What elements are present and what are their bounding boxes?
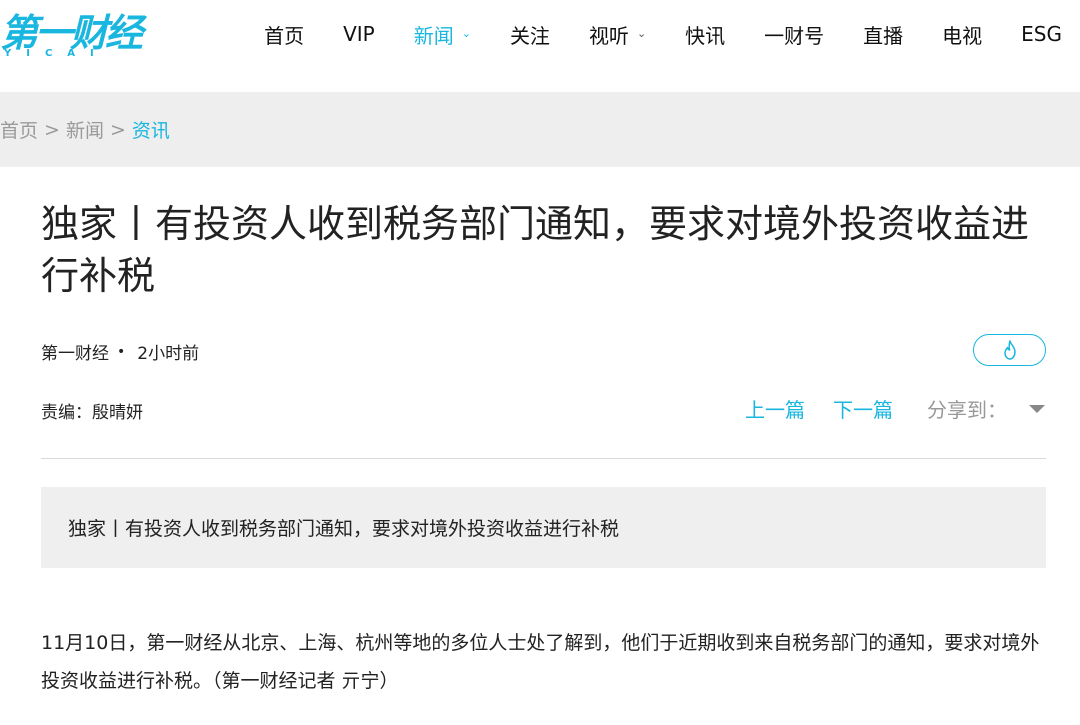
nav-item-label: 快讯: [685, 23, 726, 48]
nav-item[interactable]: 电视: [942, 20, 982, 49]
nav-item[interactable]: 新闻 ⌄: [414, 20, 471, 49]
caret-down-icon[interactable]: [1029, 404, 1045, 413]
summary-text: 独家丨有投资人收到税务部门通知，要求对境外投资收益进行补税: [68, 518, 620, 540]
site-header: 第一财经 YICAI 首页 VIP 新闻 ⌄ 关注 视听 ⌄ 快讯 一财号 直播 电视 ESG: [0, 0, 1080, 92]
nav-item-label: 电视: [942, 23, 983, 48]
nav-item-label: 视听: [588, 23, 629, 48]
next-article-link[interactable]: 下一篇: [833, 394, 893, 423]
nav-item[interactable]: 首页: [264, 20, 304, 49]
article-time: 2小时前: [137, 344, 200, 364]
nav-item[interactable]: 快讯: [685, 20, 725, 49]
meta-dot: •: [117, 343, 126, 360]
fire-icon: [1003, 340, 1016, 360]
breadcrumb-section[interactable]: 新闻: [66, 116, 104, 143]
nav-item-label: VIP: [343, 22, 375, 46]
nav-item-label: 一财号: [764, 23, 825, 48]
nav-item-label: 直播: [863, 23, 904, 48]
prev-article-link[interactable]: 上一篇: [745, 394, 805, 423]
nav-item[interactable]: 直播: [863, 20, 903, 49]
nav-item-label: 关注: [509, 23, 550, 48]
article-title: 独家丨有投资人收到税务部门通知，要求对境外投资收益进行补税: [41, 202, 1030, 298]
main-nav: 首页 VIP 新闻 ⌄ 关注 视听 ⌄ 快讯 一财号 直播 电视 ESG: [225, 0, 1062, 68]
nav-item[interactable]: 视听 ⌄: [589, 20, 646, 49]
nav-item[interactable]: VIP: [343, 22, 375, 46]
nav-item[interactable]: 一财号: [764, 20, 824, 49]
hot-button[interactable]: [973, 334, 1046, 366]
article-editor: 责编：殷晴妍: [41, 403, 143, 423]
article-summary: 独家丨有投资人收到税务部门通知，要求对境外投资收益进行补税: [41, 487, 1046, 568]
nav-item-label: ESG: [1021, 22, 1062, 46]
divider: [41, 458, 1046, 459]
breadcrumb-separator: >: [44, 118, 60, 141]
chevron-down-icon: ⌄: [636, 26, 647, 40]
breadcrumb-separator: >: [109, 118, 126, 141]
breadcrumb: 首页 > 新闻 > 资讯: [0, 92, 1080, 167]
article-source: 第一财经: [41, 344, 109, 364]
article-body: 11月10日，第一财经从北京、上海、杭州等地的多位人士处了解到，他们于近期收到来…: [41, 632, 1040, 692]
logo-subtext: YICAI: [4, 48, 109, 59]
breadcrumb-home[interactable]: 首页: [0, 116, 38, 143]
chevron-down-icon: ⌄: [461, 26, 471, 40]
nav-item[interactable]: 关注: [510, 20, 550, 49]
nav-item-label: 首页: [264, 23, 305, 48]
article-meta: 第一财经 • 2小时前: [41, 339, 200, 365]
share-label: 分享到：: [927, 398, 1007, 422]
breadcrumb-current[interactable]: 资讯: [132, 116, 170, 143]
site-logo[interactable]: 第一财经 YICAI: [0, 10, 145, 62]
nav-item-label: 新闻: [413, 23, 454, 48]
article-navigation: 上一篇 下一篇 分享到：: [745, 394, 1045, 423]
nav-item[interactable]: ESG: [1021, 22, 1062, 46]
